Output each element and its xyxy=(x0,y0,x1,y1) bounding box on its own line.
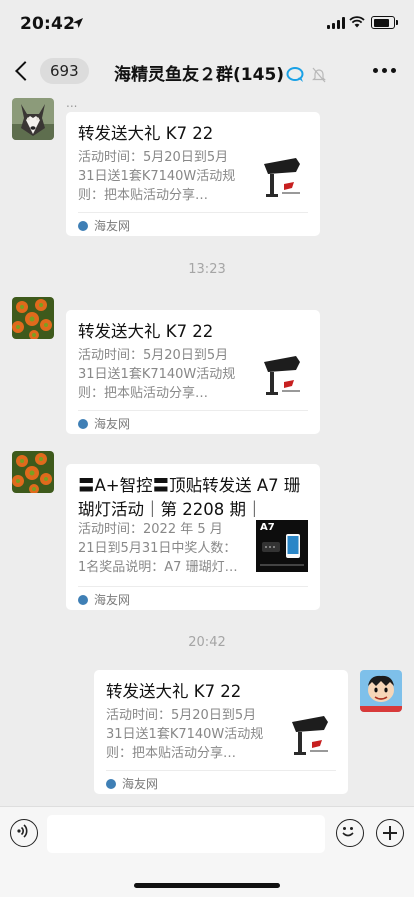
more-features-plus-button[interactable] xyxy=(376,819,404,847)
source-app-icon xyxy=(78,419,88,429)
source-app-icon xyxy=(78,221,88,231)
link-card-title: 转发送大礼 K7 22 xyxy=(78,124,214,143)
battery-icon xyxy=(371,16,398,29)
wifi-icon xyxy=(349,16,365,28)
sender-avatar-husky[interactable] xyxy=(12,98,54,140)
link-card-description: 活动时间：5月20日到5月31日送1套K7140W活动规则：把本贴活动分享… xyxy=(106,708,264,761)
my-avatar[interactable] xyxy=(360,670,402,712)
a7-product-thumbnail: A7 xyxy=(256,520,308,572)
link-card-source: 海友网 xyxy=(94,417,131,431)
link-card-title: 转发送大礼 K7 22 xyxy=(78,322,214,341)
source-app-icon xyxy=(106,779,116,789)
timestamp: 13:23 xyxy=(188,262,226,277)
sender-avatar-coral[interactable] xyxy=(12,451,54,493)
sender-avatar-coral[interactable] xyxy=(12,297,54,339)
chat-title-text: 海精灵鱼友２群(145) xyxy=(114,65,285,85)
link-card-footer: 海友网 xyxy=(78,586,308,611)
link-card-title: 〓A+智控〓顶贴转发送 A7 珊瑚灯活动｜第 2208 期｜ xyxy=(78,476,301,519)
back-button[interactable]: 693 xyxy=(10,58,89,84)
product-light-thumbnail xyxy=(284,708,336,760)
unread-count-badge: 693 xyxy=(40,58,89,84)
chevron-left-icon xyxy=(15,61,35,81)
status-time: 20:42 xyxy=(20,14,76,34)
link-card-source: 海友网 xyxy=(94,219,131,233)
link-card[interactable]: 转发送大礼 K7 22 活动时间：5月20日到5月31日送1套K7140W活动规… xyxy=(66,310,320,434)
mute-bell-icon xyxy=(312,67,326,83)
sender-name: ... xyxy=(66,96,78,110)
link-card-description: 活动时间：5月20日到5月31日送1套K7140W活动规则：把本贴活动分享… xyxy=(78,348,236,401)
link-card-source: 海友网 xyxy=(94,593,131,607)
link-card-footer: 海友网 xyxy=(78,212,308,237)
link-card[interactable]: 转发送大礼 K7 22 活动时间：5月20日到5月31日送1套K7140W活动规… xyxy=(94,670,348,794)
emoji-button[interactable] xyxy=(336,819,364,847)
timestamp: 20:42 xyxy=(188,635,226,650)
home-indicator xyxy=(134,883,280,888)
voice-icon xyxy=(17,824,28,838)
link-card[interactable]: 〓A+智控〓顶贴转发送 A7 珊瑚灯活动｜第 2208 期｜ 活动时间：2022… xyxy=(66,464,320,610)
chat-bubble-icon xyxy=(286,67,304,82)
cellular-signal-icon xyxy=(327,17,345,29)
chat-title[interactable]: 海精灵鱼友２群(145) xyxy=(100,60,340,85)
link-card-description: 活动时间：5月20日到5月31日送1套K7140W活动规则：把本贴活动分享… xyxy=(78,150,236,203)
link-card-footer: 海友网 xyxy=(106,770,336,795)
location-arrow-icon xyxy=(73,18,83,28)
link-card-title: 转发送大礼 K7 22 xyxy=(106,682,242,701)
source-app-icon xyxy=(78,595,88,605)
link-card-source: 海友网 xyxy=(122,777,159,791)
chat-header: 693 海精灵鱼友２群(145) xyxy=(0,48,414,92)
voice-input-button[interactable] xyxy=(10,819,38,847)
more-options-button[interactable] xyxy=(373,68,396,73)
product-light-thumbnail xyxy=(256,150,308,202)
link-card-description: 活动时间：2022 年 5 月21日到5月31日中奖人数：1名奖品说明：A7 珊… xyxy=(78,522,238,575)
product-light-thumbnail xyxy=(256,348,308,400)
message-input[interactable] xyxy=(47,815,325,853)
status-bar: 20:42 xyxy=(0,0,414,48)
emoji-icon xyxy=(342,827,354,837)
link-card[interactable]: 转发送大礼 K7 22 活动时间：5月20日到5月31日送1套K7140W活动规… xyxy=(66,112,320,236)
link-card-footer: 海友网 xyxy=(78,410,308,435)
